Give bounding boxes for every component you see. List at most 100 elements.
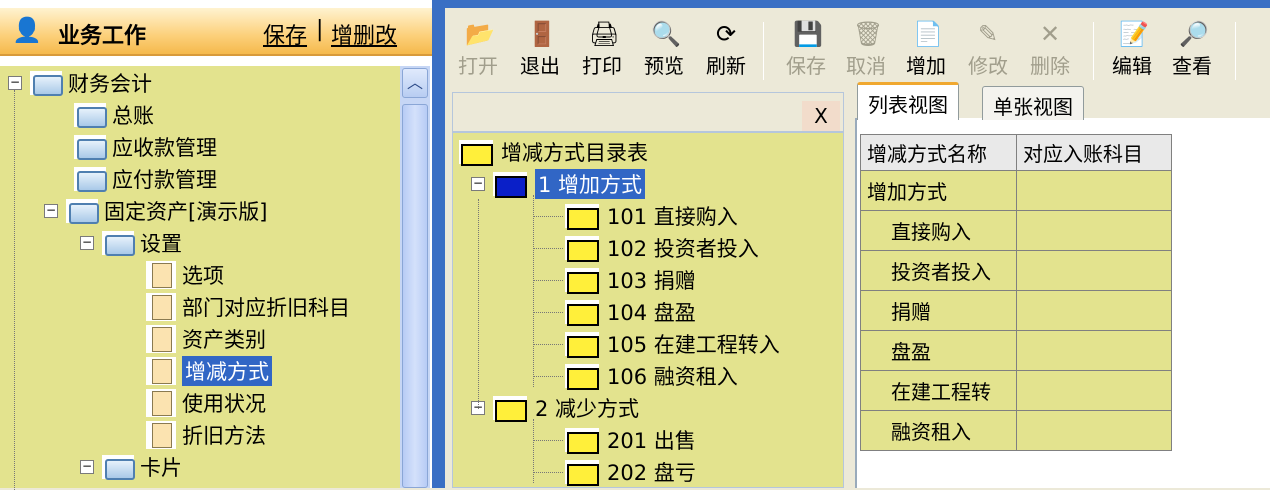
nav-tree: − 财务会计 总账 应收款管理 应付款管理 − 固定资产[演示版] − 设置 选项 部门对应折旧科目… (0, 66, 400, 490)
toolbar-button-exit-door[interactable]: 🚪 退出 (513, 20, 567, 86)
table-row[interactable]: 投资者投入 (860, 250, 1172, 291)
toolbar-button-label: 打印 (582, 54, 622, 78)
tree-line (533, 376, 563, 377)
tree-item-label: 财务会计 (68, 72, 152, 96)
preview-icon: 🔍 (651, 20, 681, 48)
tree-root[interactable]: 增减方式目录表 (459, 137, 648, 167)
toolbar-button-label: 修改 (968, 54, 1008, 78)
tree-item[interactable]: 201 出售 (565, 425, 696, 455)
toolbar-button-open-folder[interactable]: 📂 打开 (451, 20, 505, 86)
toolbar-button-label: 退出 (520, 54, 560, 78)
name-cell: 盘盈 (860, 330, 1017, 371)
toolbar-button-refresh[interactable]: ⟳ 刷新 (699, 20, 753, 86)
tree-line (533, 472, 563, 473)
account-cell (1016, 170, 1172, 211)
collapse-toggle[interactable]: − (80, 236, 94, 250)
table-row[interactable]: 捐赠 (860, 290, 1172, 331)
tree-item[interactable]: 102 投资者投入 (565, 233, 759, 263)
tree-item-label: 资产类别 (182, 328, 266, 352)
collapse-toggle[interactable]: − (80, 460, 94, 474)
tree-group[interactable]: −2 减少方式 (471, 393, 639, 423)
table-row[interactable]: 增加方式 (860, 170, 1172, 211)
tree-item[interactable]: 105 在建工程转入 (565, 329, 780, 359)
collapse-toggle[interactable]: − (44, 204, 58, 218)
toolbar-button-add-document[interactable]: 📄 增加 (899, 20, 953, 86)
tree-item[interactable]: 折旧方法 (146, 420, 266, 450)
toolbar-button-delete-x[interactable]: ✕ 删除 (1023, 20, 1077, 86)
tree-line (533, 344, 563, 345)
name-cell: 直接购入 (860, 210, 1017, 251)
tree-item[interactable]: 使用状况 (146, 388, 266, 418)
close-button[interactable]: X (802, 101, 840, 131)
folder-icon (565, 268, 599, 294)
toolbar-button-label: 取消 (846, 54, 886, 78)
refresh-icon: ⟳ (715, 20, 737, 48)
toolbar-button-edit-form[interactable]: 📝 编辑 (1105, 20, 1159, 86)
tree-item[interactable]: − 财务会计 (8, 68, 152, 98)
toolbar-button-view-magnifier[interactable]: 🔎 查看 (1165, 20, 1219, 86)
toolbar-button-cancel-trash[interactable]: 🗑 取消 (839, 20, 893, 86)
tree-item[interactable]: 104 盘盈 (565, 297, 696, 327)
scroll-up-button[interactable]: ︿ (402, 68, 428, 98)
tree-item[interactable]: 103 捐赠 (565, 265, 696, 295)
tree-item-label: 固定资产[演示版] (104, 200, 268, 224)
toolbar-button-preview[interactable]: 🔍 预览 (637, 20, 691, 86)
tree-item-label: 增减方式 (182, 356, 272, 386)
panel-title: 业务工作 (58, 24, 147, 49)
scroll-thumb[interactable] (402, 104, 428, 488)
toolbar-button-label: 预览 (644, 54, 684, 78)
tree-item[interactable]: 应付款管理 (74, 164, 217, 194)
toolbar-button-label: 编辑 (1112, 54, 1152, 78)
tree-line (478, 199, 479, 409)
tree-item[interactable]: 资产类别 (146, 324, 266, 354)
tree-item-label: 104 盘盈 (607, 301, 696, 325)
tree-item[interactable]: 应收款管理 (74, 132, 217, 162)
table-row[interactable]: 盘盈 (860, 330, 1172, 371)
tree-item[interactable]: 202 盘亏 (565, 457, 696, 487)
tree-line (14, 90, 15, 490)
toolbar-button-label: 打开 (458, 54, 498, 78)
tab-list-view[interactable]: 列表视图 (857, 82, 959, 120)
user-icon: 👤 (12, 16, 42, 44)
folder-icon (493, 396, 527, 422)
tree-item[interactable]: 101 直接购入 (565, 201, 738, 231)
toolbar-button-label: 查看 (1172, 54, 1212, 78)
tree-item-label: 102 投资者投入 (607, 237, 759, 261)
folder-icon (74, 167, 107, 192)
folder-icon (565, 300, 599, 326)
tree-item[interactable]: 总账 (74, 100, 154, 130)
folder-icon (565, 460, 599, 486)
tree-item[interactable]: − 固定资产[演示版] (44, 196, 267, 226)
collapse-toggle[interactable]: − (471, 177, 485, 191)
toolbar-button-edit-pencil[interactable]: ✎ 修改 (961, 20, 1015, 86)
collapse-toggle[interactable]: − (8, 76, 22, 90)
toolbar-button-save-disk[interactable]: 💾 保存 (779, 20, 833, 86)
tree-item[interactable]: 增减方式 (146, 356, 272, 386)
table-row[interactable]: 在建工程转 (860, 370, 1172, 411)
tree-item[interactable]: 106 融资租入 (565, 361, 738, 391)
toolbar-button-printer[interactable]: 🖨 打印 (575, 20, 629, 86)
save-link[interactable]: 保存 (263, 18, 307, 50)
table-row[interactable]: 融资租入 (860, 410, 1172, 451)
table-row[interactable]: 直接购入 (860, 210, 1172, 251)
tree-item[interactable]: 选项 (146, 260, 224, 290)
folder-icon (565, 364, 599, 390)
name-cell: 在建工程转 (860, 370, 1017, 411)
tree-group[interactable]: − 1 增加方式 (471, 169, 646, 199)
account-cell (1016, 370, 1172, 411)
document-icon (146, 421, 176, 449)
tree-item[interactable]: − 设置 (80, 228, 182, 258)
splitter[interactable] (432, 0, 445, 488)
save-disk-icon: 💾 (793, 20, 823, 48)
tree-item-label: 106 融资租入 (607, 365, 738, 389)
toolbar-separator (1235, 22, 1236, 80)
tree-line (533, 195, 534, 387)
tree-item[interactable]: − 卡片 (80, 452, 182, 482)
folder-icon (565, 332, 599, 358)
tab-single-view[interactable]: 单张视图 (982, 86, 1084, 120)
vertical-scrollbar[interactable]: ︿ (400, 66, 430, 488)
account-cell (1016, 330, 1172, 371)
edit-link[interactable]: 增删改 (331, 18, 397, 50)
tree-item[interactable]: 部门对应折旧科目 (146, 292, 350, 322)
edit-form-icon: 📝 (1119, 20, 1149, 48)
